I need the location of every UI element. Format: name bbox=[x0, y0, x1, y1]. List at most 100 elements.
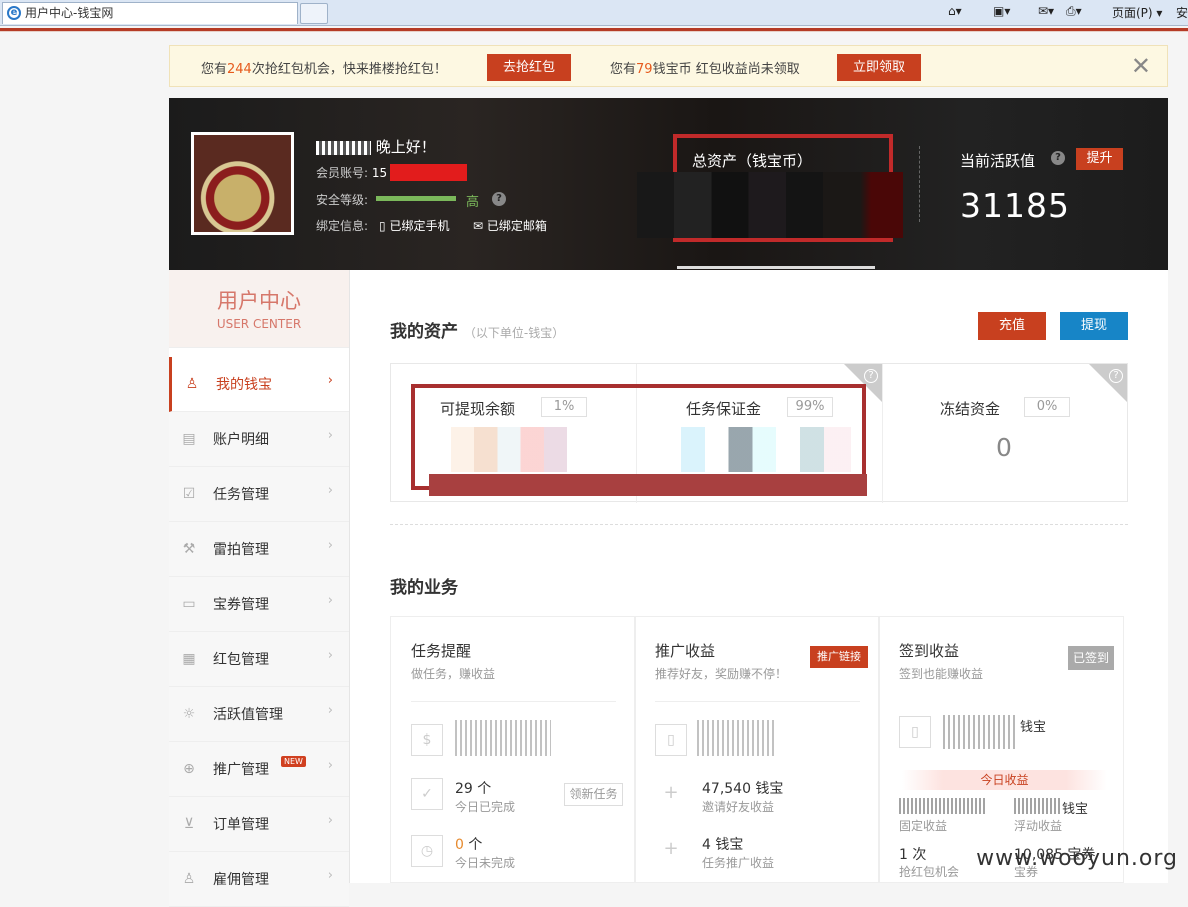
masked-task-income bbox=[455, 720, 551, 756]
calendar-icon: ▯ bbox=[899, 716, 931, 748]
security-level-bar bbox=[376, 196, 456, 201]
activity-value: 31185 bbox=[960, 186, 1070, 225]
security-level-value: 高 bbox=[466, 191, 479, 210]
redpacket-chances-label: 抢红包机会 bbox=[899, 863, 959, 880]
chevron-right-icon: › bbox=[328, 813, 333, 828]
task-card-subtitle: 做任务，赚收益 bbox=[411, 665, 495, 682]
plus-icon: + bbox=[655, 778, 687, 810]
document-icon: ▯ bbox=[655, 724, 687, 756]
masked-username bbox=[316, 141, 371, 155]
ie-logo-icon: e bbox=[7, 6, 21, 20]
corner-ribbon bbox=[1089, 364, 1127, 402]
assets-card: ? ? 可提现余额 1% 任务保证金 99% 冻结资金 0% 0 bbox=[390, 363, 1128, 502]
withdraw-button[interactable]: 提现 bbox=[1060, 312, 1128, 340]
chevron-right-icon: › bbox=[328, 593, 333, 608]
new-badge: NEW bbox=[281, 756, 306, 767]
help-icon[interactable]: ? bbox=[492, 192, 506, 206]
sidebar-item-activity[interactable]: ☼活跃值管理› bbox=[169, 687, 349, 742]
watermark: www.wooyun.org bbox=[976, 846, 1178, 871]
assets-title: 我的资产 （以下单位-钱宝） bbox=[390, 317, 564, 342]
business-title: 我的业务 bbox=[390, 573, 458, 598]
sidebar-item-task[interactable]: ☑任务管理› bbox=[169, 467, 349, 522]
signin-unit: 钱宝 bbox=[1020, 716, 1046, 735]
browser-tab[interactable]: e 用户中心-钱宝网 bbox=[2, 2, 298, 24]
close-icon[interactable]: ✕ bbox=[1131, 52, 1151, 80]
chevron-right-icon: › bbox=[328, 868, 333, 883]
chevron-right-icon: › bbox=[328, 538, 333, 553]
masked-float-income bbox=[1014, 798, 1060, 814]
chevron-right-icon: › bbox=[328, 428, 333, 443]
greeting: 晚上好！ bbox=[316, 136, 436, 157]
chevron-right-icon: › bbox=[328, 373, 333, 388]
redacted-account bbox=[390, 164, 467, 181]
sidebar: 用户中心 USER CENTER ♙我的钱宝› ▤账户明细› ☑任务管理› ⚒雷… bbox=[169, 270, 350, 883]
user-banner: 晚上好！ 会员账号: 15 安全等级: 高 ? 绑定信息: ▯ 已绑定手机 ✉ … bbox=[169, 98, 1168, 270]
browser-toolbar: e 用户中心-钱宝网 ⌂▾ ▣▾ ✉▾ ⎙▾ 页面(P) ▾ 安 bbox=[0, 0, 1188, 26]
envelope-icon: ✉ bbox=[473, 219, 483, 233]
dollar-icon: $ bbox=[411, 724, 443, 756]
plus-circle-icon: ⊕ bbox=[180, 760, 198, 778]
sidebar-item-my-qianbao[interactable]: ♙我的钱宝› bbox=[169, 357, 349, 412]
new-tab-button[interactable] bbox=[300, 3, 328, 24]
float-unit: 钱宝 bbox=[1062, 798, 1088, 817]
redpacket-chances: 1 次 bbox=[899, 844, 926, 864]
site-top-line bbox=[0, 28, 1188, 32]
sidebar-item-orders[interactable]: ⊻订单管理› bbox=[169, 797, 349, 852]
gavel-icon: ⚒ bbox=[180, 540, 198, 558]
activity-help-icon[interactable]: ? bbox=[1051, 151, 1065, 165]
float-income-label: 浮动收益 bbox=[1014, 817, 1062, 834]
clock-icon: ◷ bbox=[411, 835, 443, 867]
signed-in-button[interactable]: 已签到 bbox=[1068, 646, 1114, 670]
promo-card: 推广收益 推荐好友，奖励赚不停！ 推广链接 ▯ + 47,540 钱宝 邀请好友… bbox=[635, 616, 879, 883]
sidebar-item-redpacket[interactable]: ▦红包管理› bbox=[169, 632, 349, 687]
help-icon[interactable]: ? bbox=[864, 369, 878, 383]
sidebar-item-account-detail[interactable]: ▤账户明细› bbox=[169, 412, 349, 467]
sidebar-item-coupon[interactable]: ▭宝券管理› bbox=[169, 577, 349, 632]
security-label: 安全等级: bbox=[316, 191, 368, 208]
print-icon[interactable]: ⎙▾ bbox=[1066, 4, 1082, 19]
promo-link-button[interactable]: 推广链接 bbox=[810, 646, 868, 668]
sidebar-item-promotion[interactable]: ⊕推广管理NEW› bbox=[169, 742, 349, 797]
today-income-label: 今日收益 bbox=[902, 770, 1107, 790]
signin-card-title: 签到收益 bbox=[899, 640, 959, 661]
check-icon: ✓ bbox=[411, 778, 443, 810]
recharge-button[interactable]: 充值 bbox=[978, 312, 1046, 340]
sidebar-item-auction[interactable]: ⚒雷拍管理› bbox=[169, 522, 349, 577]
rss-feed-icon[interactable]: ▣▾ bbox=[993, 4, 1010, 18]
redpacket-chance-text: 您有244次抢红包机会，快来推楼抢红包！ bbox=[201, 58, 447, 77]
task-card-title: 任务提醒 bbox=[411, 640, 471, 661]
cart-icon: ⊻ bbox=[180, 815, 198, 833]
frozen-label: 冻结资金 bbox=[940, 398, 1000, 419]
task-card: 任务提醒 做任务，赚收益 $ ✓ 29 个 今日已完成 领新任务 ◷ 0 个 今… bbox=[390, 616, 635, 883]
new-task-button[interactable]: 领新任务 bbox=[564, 783, 623, 806]
grab-redpacket-button[interactable]: 去抢红包 bbox=[487, 54, 571, 81]
task-promo-label: 任务推广收益 bbox=[702, 854, 774, 871]
claim-now-button[interactable]: 立即领取 bbox=[837, 54, 921, 81]
activity-label: 当前活跃值 bbox=[960, 150, 1035, 171]
masked-fixed-income bbox=[899, 798, 985, 814]
people-icon: ♙ bbox=[180, 870, 198, 888]
user-center-subtitle: USER CENTER bbox=[169, 317, 349, 331]
notice-bar: 您有244次抢红包机会，快来推楼抢红包！ 去抢红包 您有79钱宝币 红包收益尚未… bbox=[169, 45, 1168, 87]
sidebar-item-hire[interactable]: ♙雇佣管理› bbox=[169, 852, 349, 907]
total-assets-label: 总资产（钱宝币） bbox=[692, 150, 812, 171]
mail-icon[interactable]: ✉▾ bbox=[1038, 4, 1054, 18]
masked-promo-income bbox=[697, 720, 777, 756]
redaction-bar bbox=[429, 474, 867, 496]
bind-email[interactable]: ✉ 已绑定邮箱 bbox=[473, 217, 547, 234]
activity-upgrade-button[interactable]: 提升 bbox=[1076, 148, 1123, 170]
help-icon[interactable]: ? bbox=[1109, 369, 1123, 383]
masked-total-assets bbox=[637, 172, 903, 238]
frozen-value: 0 bbox=[996, 433, 1012, 462]
chevron-right-icon: › bbox=[328, 758, 333, 773]
sun-icon: ☼ bbox=[180, 705, 198, 723]
signin-card: 签到收益 签到也能赚收益 已签到 ▯ 钱宝 今日收益 固定收益 钱宝 浮动收益 … bbox=[879, 616, 1124, 883]
safety-menu[interactable]: 安 bbox=[1176, 4, 1188, 21]
divider bbox=[919, 146, 920, 222]
avatar[interactable] bbox=[191, 132, 294, 235]
invite-income-label: 邀请好友收益 bbox=[702, 798, 774, 815]
invite-income-value: 47,540 钱宝 bbox=[702, 778, 783, 798]
bind-phone[interactable]: ▯ 已绑定手机 bbox=[379, 217, 449, 234]
page-menu[interactable]: 页面(P) ▾ bbox=[1112, 4, 1162, 21]
home-icon[interactable]: ⌂▾ bbox=[948, 4, 962, 18]
